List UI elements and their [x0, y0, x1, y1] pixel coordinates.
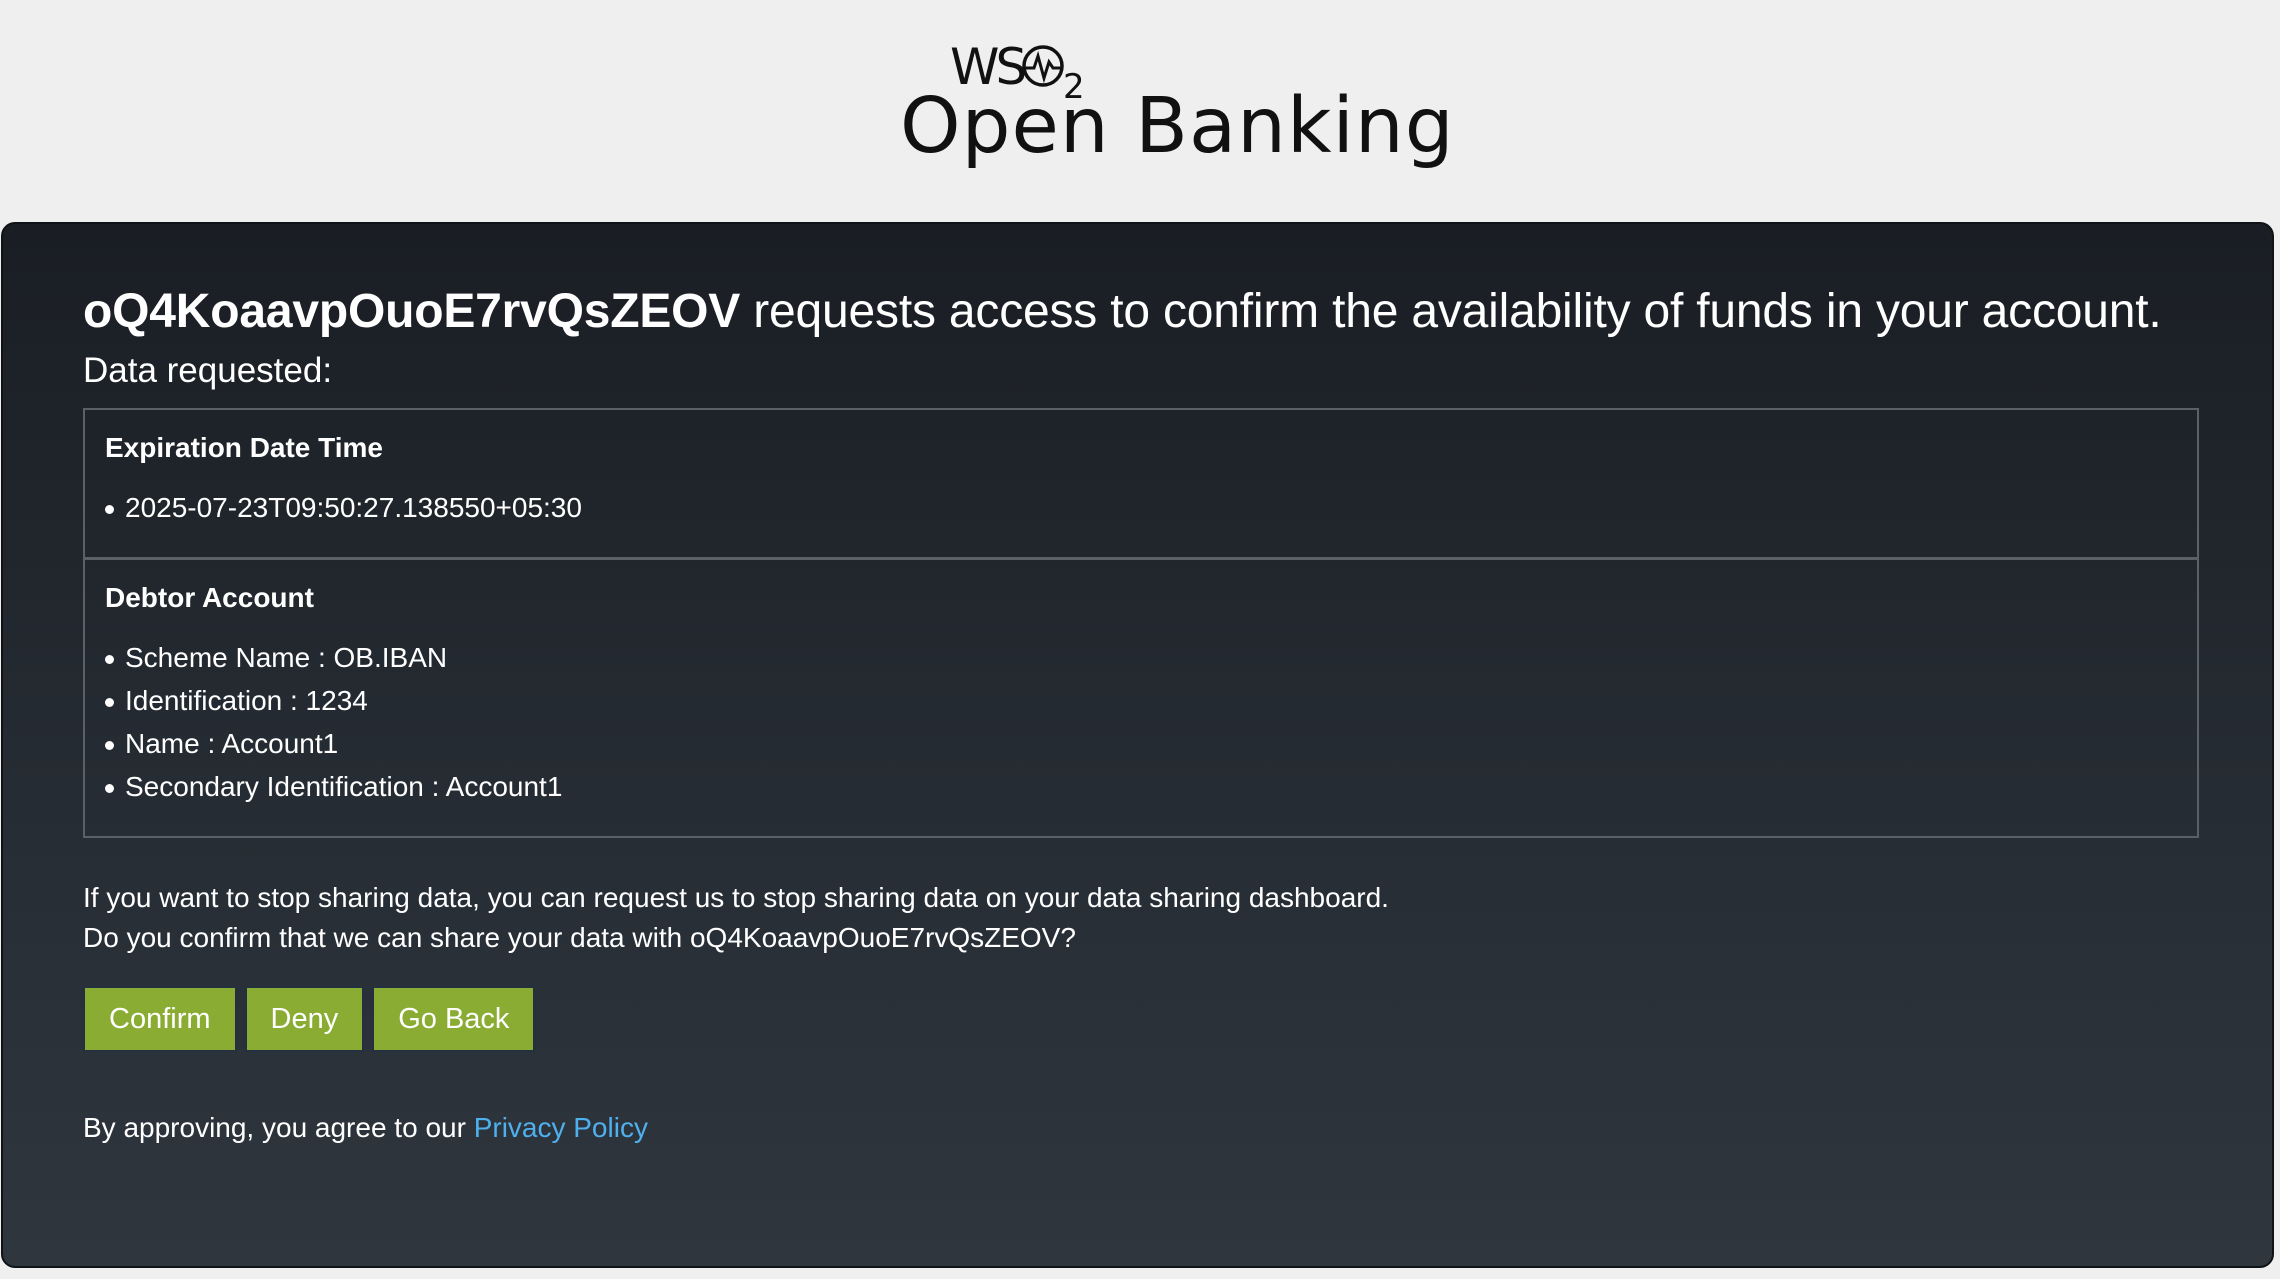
expiration-section: Expiration Date Time 2025-07-23T09:50:27…	[85, 410, 2197, 557]
confirm-question: Do you confirm that we can share your da…	[83, 922, 1076, 953]
list-item: Scheme Name : OB.IBAN	[105, 636, 2177, 679]
app-id: oQ4KoaavpOuoE7rvQsZEOV	[83, 285, 741, 338]
privacy-notice: By approving, you agree to our Privacy P…	[83, 1110, 2203, 1146]
debtor-account-list: Scheme Name : OB.IBAN Identification : 1…	[105, 636, 2177, 808]
list-item: Name : Account1	[105, 722, 2177, 765]
list-item: Identification : 1234	[105, 679, 2177, 722]
go-back-button[interactable]: Go Back	[372, 986, 536, 1052]
expiration-title: Expiration Date Time	[105, 432, 384, 463]
data-requested-label: Data requested:	[83, 351, 333, 390]
stop-sharing-text: If you want to stop sharing data, you ca…	[83, 882, 1389, 913]
consent-card: oQ4KoaavpOuoE7rvQsZEOV requests access t…	[1, 222, 2274, 1268]
expiration-list: 2025-07-23T09:50:27.138550+05:30	[105, 486, 2177, 529]
headline-text: requests access to confirm the availabil…	[740, 285, 2162, 338]
list-item: Secondary Identification : Account1	[105, 765, 2177, 808]
wso2-open-banking-logo: WS 2 Open Banking	[900, 36, 1454, 171]
action-buttons: Confirm Deny Go Back	[83, 986, 2203, 1052]
requested-data-box: Expiration Date Time 2025-07-23T09:50:27…	[83, 408, 2199, 838]
debtor-account-title: Debtor Account	[105, 582, 314, 613]
confirm-button[interactable]: Confirm	[83, 986, 237, 1052]
privacy-policy-link[interactable]: Privacy Policy	[474, 1112, 648, 1143]
debtor-account-section: Debtor Account Scheme Name : OB.IBAN Ide…	[85, 557, 2197, 836]
list-item: 2025-07-23T09:50:27.138550+05:30	[105, 486, 2177, 529]
privacy-notice-text: By approving, you agree to our	[83, 1112, 474, 1143]
consent-info: If you want to stop sharing data, you ca…	[83, 878, 2203, 958]
consent-content: oQ4KoaavpOuoE7rvQsZEOV requests access t…	[83, 282, 2203, 1146]
product-name: Open Banking	[900, 82, 1455, 171]
page-header: WS 2 Open Banking	[0, 0, 2280, 220]
consent-headline: oQ4KoaavpOuoE7rvQsZEOV requests access t…	[83, 282, 2203, 342]
deny-button[interactable]: Deny	[244, 986, 365, 1052]
